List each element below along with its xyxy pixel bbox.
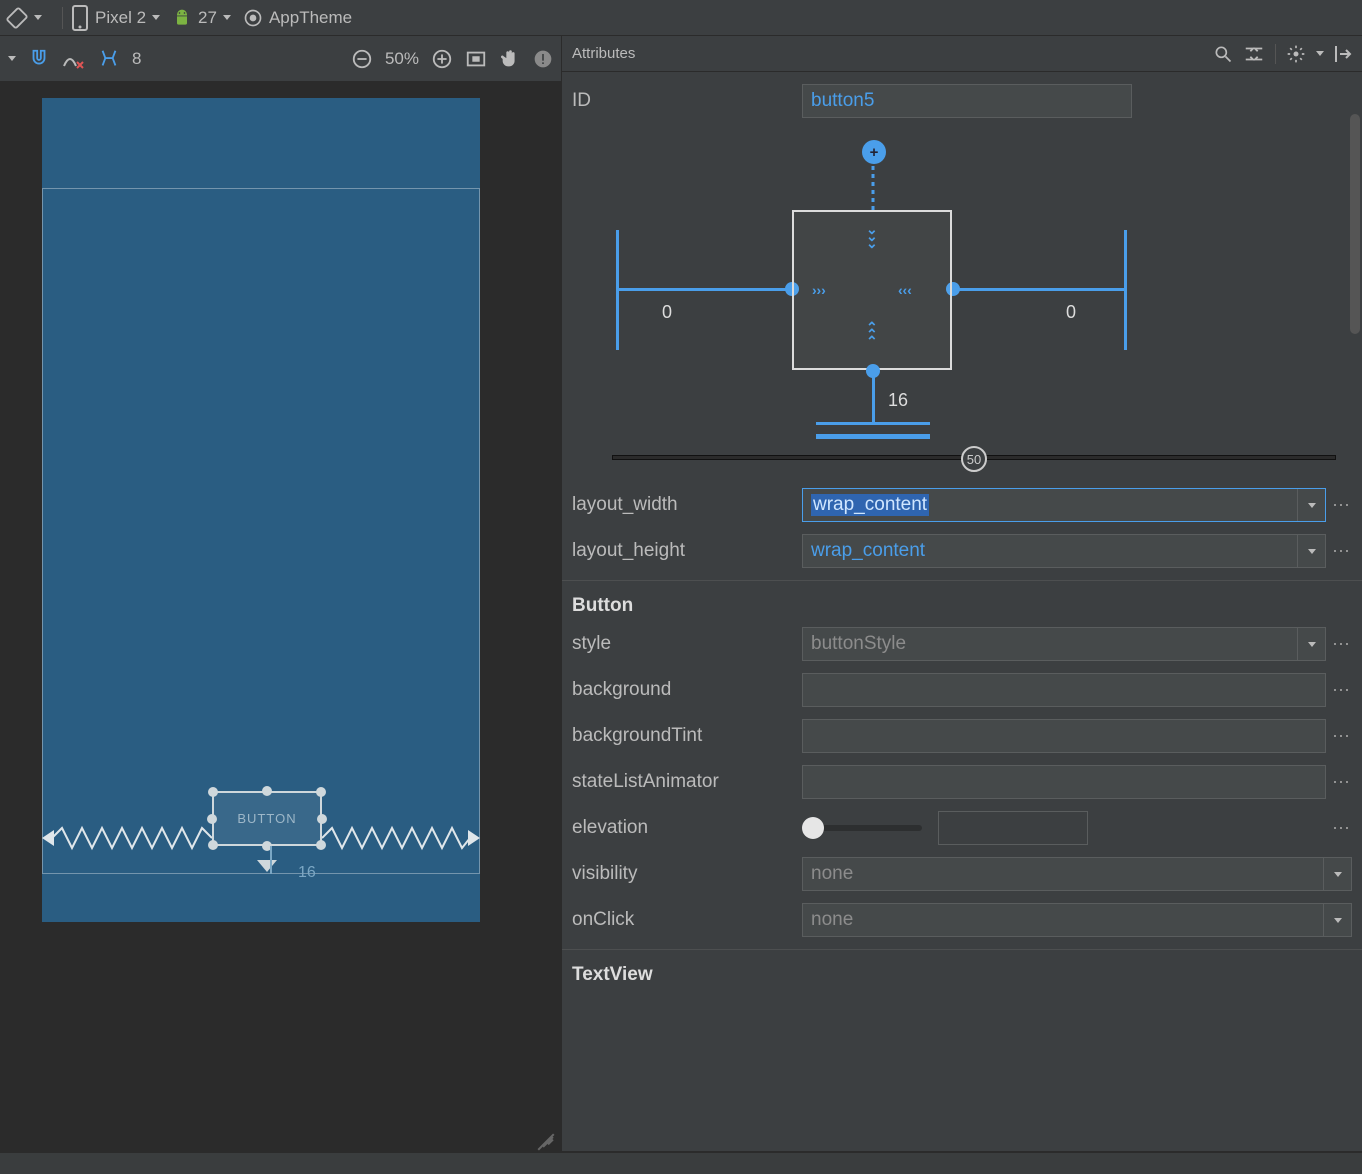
design-canvas[interactable]: BUTTON 16 — [0, 82, 561, 1151]
clear-constraints-icon[interactable] — [62, 48, 86, 70]
android-icon — [172, 8, 192, 28]
pan-icon[interactable] — [499, 48, 521, 70]
more-icon[interactable]: ⋯ — [1332, 680, 1352, 701]
elevation-slider[interactable] — [802, 825, 922, 831]
resize-grip-icon[interactable] — [531, 1121, 557, 1147]
add-top-constraint-icon[interactable]: + — [862, 140, 886, 164]
id-field[interactable]: button5 — [802, 84, 1132, 118]
device-name: Pixel 2 — [95, 8, 146, 28]
more-icon[interactable]: ⋯ — [1332, 541, 1352, 562]
more-icon[interactable]: ⋯ — [1332, 726, 1352, 747]
layout-height-label: layout_height — [572, 540, 802, 562]
device-toolbar: Pixel 2 27 AppTheme — [0, 0, 1362, 36]
status-bar — [0, 1152, 1362, 1174]
margin-right-value: 0 — [1066, 302, 1076, 323]
zoom-in-icon[interactable] — [431, 48, 453, 70]
phone-icon — [71, 5, 89, 31]
more-icon[interactable]: ⋯ — [1332, 495, 1352, 516]
chevron-down-icon[interactable] — [1316, 51, 1324, 56]
chevron-down-icon[interactable] — [152, 15, 160, 20]
id-label: ID — [572, 90, 802, 112]
elevation-field[interactable] — [938, 811, 1088, 845]
chevron-down-icon[interactable] — [1297, 628, 1325, 660]
viewport-outline — [42, 188, 480, 874]
constraint-diagram[interactable]: + 0 0 › › › ‹ ‹ ‹ ⌄⌄⌄ ⌃⌃⌃ — [572, 130, 1352, 440]
background-field[interactable] — [802, 673, 1326, 707]
device-frame: BUTTON 16 — [42, 98, 480, 922]
more-icon[interactable]: ⋯ — [1332, 818, 1352, 839]
selected-button[interactable]: BUTTON — [212, 791, 322, 846]
design-toolbar: 8 50% — [0, 36, 561, 82]
more-icon[interactable]: ⋯ — [1332, 634, 1352, 655]
warnings-icon[interactable] — [533, 49, 553, 69]
margin-left-value: 0 — [662, 302, 672, 323]
margin-bottom-label: 16 — [298, 864, 316, 882]
theme-icon — [243, 8, 263, 28]
default-margin[interactable]: 8 — [132, 49, 141, 69]
onclick-label: onClick — [572, 909, 802, 931]
layout-width-label: layout_width — [572, 494, 802, 516]
statelistanimator-label: stateListAnimator — [572, 771, 802, 793]
section-textview: TextView — [572, 964, 1352, 986]
theme-name: AppTheme — [269, 8, 352, 28]
bias-slider[interactable]: 50 — [612, 446, 1336, 468]
chevron-down-icon[interactable] — [1323, 904, 1351, 936]
chevron-down-icon[interactable] — [8, 56, 16, 61]
margin-bottom-value: 16 — [888, 390, 908, 411]
chevron-down-icon[interactable] — [34, 15, 42, 20]
chevron-down-icon[interactable] — [1297, 489, 1325, 521]
section-button: Button — [572, 595, 1352, 617]
toggle-view-icon[interactable] — [1243, 45, 1265, 63]
statelistanimator-field[interactable] — [802, 765, 1326, 799]
elevation-label: elevation — [572, 817, 802, 839]
zoom-out-icon[interactable] — [351, 48, 373, 70]
orientation-icon[interactable] — [6, 7, 28, 29]
api-picker[interactable]: 27 — [172, 8, 231, 28]
magnet-icon[interactable] — [28, 48, 50, 70]
onclick-field[interactable]: none — [802, 903, 1352, 937]
visibility-field[interactable]: none — [802, 857, 1352, 891]
style-label: style — [572, 633, 802, 655]
more-icon[interactable]: ⋯ — [1332, 772, 1352, 793]
zoom-level: 50% — [385, 49, 419, 69]
chevron-down-icon[interactable] — [1297, 535, 1325, 567]
device-picker[interactable]: Pixel 2 — [71, 5, 160, 31]
layout-height-field[interactable]: wrap_content — [802, 534, 1326, 568]
panel-title: Attributes — [572, 45, 1213, 62]
arrow-down-icon — [257, 860, 277, 872]
gear-icon[interactable] — [1286, 44, 1306, 64]
fit-screen-icon[interactable] — [465, 48, 487, 70]
style-field[interactable]: buttonStyle — [802, 627, 1326, 661]
infer-constraints-icon[interactable] — [98, 48, 120, 70]
button-label: BUTTON — [237, 811, 296, 826]
arrow-left-icon — [42, 830, 54, 846]
search-icon[interactable] — [1213, 44, 1233, 64]
layout-width-field[interactable]: wrap_content — [802, 488, 1326, 522]
chevron-down-icon[interactable] — [223, 15, 231, 20]
backgroundtint-field[interactable] — [802, 719, 1326, 753]
theme-picker[interactable]: AppTheme — [243, 8, 352, 28]
visibility-label: visibility — [572, 863, 802, 885]
api-level: 27 — [198, 8, 217, 28]
background-label: background — [572, 679, 802, 701]
arrow-right-icon — [468, 830, 480, 846]
collapse-icon[interactable] — [1334, 44, 1352, 64]
backgroundtint-label: backgroundTint — [572, 725, 802, 747]
chevron-down-icon[interactable] — [1323, 858, 1351, 890]
